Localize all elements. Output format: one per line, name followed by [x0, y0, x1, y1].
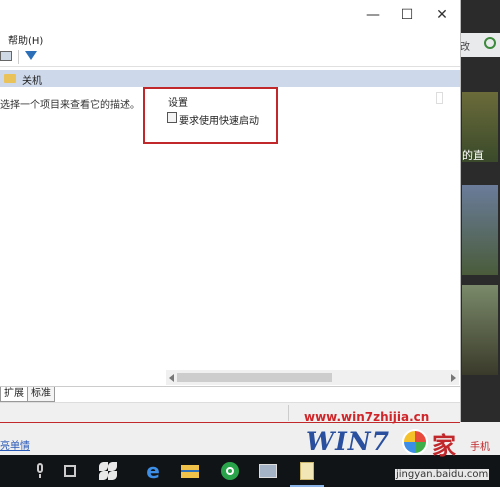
policy-setting-icon: [167, 112, 177, 123]
node-header-label: 关机: [22, 76, 42, 87]
view-tabs: 扩展 标准: [0, 386, 460, 403]
edge-icon[interactable]: e: [143, 461, 163, 481]
scroll-right-icon[interactable]: [451, 374, 456, 382]
folder-icon: [4, 74, 16, 83]
windows-logo-icon: [402, 429, 428, 455]
description-text: 选择一个项目来查看它的描述。: [0, 100, 140, 111]
watermark-url: www.win7zhijia.cn: [304, 410, 430, 424]
file-explorer-icon[interactable]: [180, 461, 200, 481]
tab-extended[interactable]: 扩展: [0, 387, 28, 402]
scroll-thumb[interactable]: [177, 373, 332, 382]
status-divider: [288, 405, 289, 421]
gear-icon[interactable]: [484, 37, 496, 49]
menu-help[interactable]: 帮助(H): [8, 32, 43, 47]
background-photo-caption: 的直: [462, 149, 484, 162]
background-app-toolbar: 改: [460, 33, 500, 57]
toolbar-separator: [18, 50, 19, 64]
tab-standard[interactable]: 标准: [27, 387, 55, 402]
toolbar: [0, 48, 460, 67]
group-policy-window: — ☐ ✕ 帮助(H) 关机 选择一个项目来查看它的描述。 设置 要求使用快速启…: [0, 0, 461, 423]
watermark-char: 家: [432, 432, 456, 460]
maximize-button[interactable]: ☐: [398, 6, 416, 24]
title-bar[interactable]: — ☐ ✕: [0, 0, 460, 30]
console-tree-icon[interactable]: [0, 51, 12, 61]
pinwheel-app-icon[interactable]: [98, 461, 118, 481]
watermark-subtext: jingyan.baidu.com: [395, 469, 490, 480]
friend-link[interactable]: 亮单情: [0, 437, 30, 452]
background-app-label: 改: [460, 42, 470, 53]
node-header: 关机: [0, 70, 460, 87]
filter-icon[interactable]: [25, 51, 37, 60]
green-app-icon[interactable]: [220, 461, 240, 481]
watermark-brand: WIN7: [306, 427, 391, 456]
setting-item-fast-startup[interactable]: 要求使用快速启动: [179, 112, 259, 127]
notepad-icon[interactable]: [297, 461, 317, 481]
background-photo[interactable]: 的直: [462, 92, 498, 162]
background-app: 改 的直: [460, 0, 500, 455]
photos-icon[interactable]: [258, 461, 278, 481]
task-view-icon[interactable]: [60, 461, 80, 481]
scroll-left-icon[interactable]: [169, 374, 174, 382]
minimize-button[interactable]: —: [364, 6, 382, 24]
menu-bar: 帮助(H): [0, 30, 460, 48]
settings-column-header[interactable]: 设置: [168, 94, 188, 109]
column-resize-handle[interactable]: [436, 92, 443, 104]
horizontal-scrollbar[interactable]: [166, 370, 459, 385]
mobile-link[interactable]: 手机: [470, 438, 490, 453]
background-photo[interactable]: [462, 285, 498, 375]
microphone-icon[interactable]: [30, 461, 50, 481]
background-photo[interactable]: [462, 185, 498, 275]
close-button[interactable]: ✕: [433, 6, 451, 24]
